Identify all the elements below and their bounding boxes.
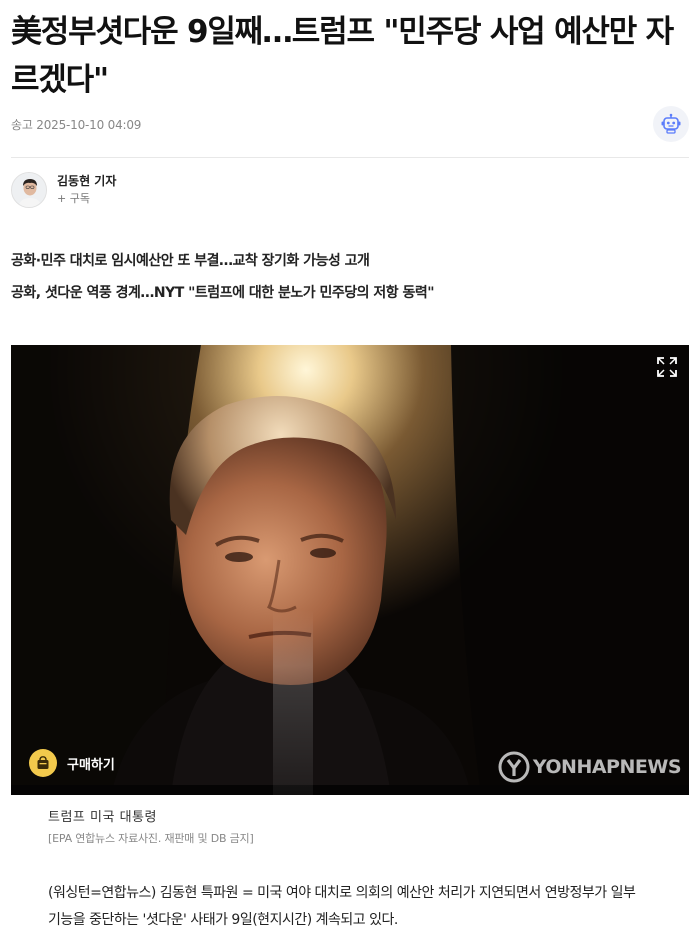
reporter-info: 김동현 기자 + 구독 bbox=[11, 172, 116, 208]
shopping-bag-icon bbox=[29, 749, 57, 777]
article-photo[interactable]: 구매하기 YONHAPNEWS bbox=[11, 345, 689, 795]
article-summary: 공화·민주 대치로 임시예산안 또 부결…교착 장기화 가능성 고개 공화, 셧… bbox=[11, 245, 691, 309]
reporter-name[interactable]: 김동현 기자 bbox=[57, 172, 116, 190]
photo-caption: 트럼프 미국 대통령 bbox=[48, 810, 157, 825]
summary-line: 공화, 셧다운 역풍 경계…NYT "트럼프에 대한 분노가 민주당의 저항 동… bbox=[11, 285, 435, 301]
photo-credit: [EPA 연합뉴스 자료사진. 재판매 및 DB 금지] bbox=[48, 832, 254, 845]
reporter-avatar[interactable] bbox=[11, 172, 47, 208]
robot-icon bbox=[661, 113, 681, 134]
expand-button[interactable] bbox=[655, 355, 679, 379]
expand-icon bbox=[657, 357, 677, 377]
publish-timestamp: 송고 2025-10-10 04:09 bbox=[11, 117, 142, 132]
article-body-paragraph: (워싱턴=연합뉴스) 김동현 특파원 = 미국 여야 대치로 의회의 예산안 처… bbox=[48, 885, 636, 928]
article-meta: 송고 2025-10-10 04:09 bbox=[11, 104, 689, 144]
summary-line: 공화·민주 대치로 임시예산안 또 부결…교착 장기화 가능성 고개 bbox=[11, 253, 370, 269]
article-headline: 美정부셧다운 9일째…트럼프 "민주당 사업 예산만 자르겠다" bbox=[11, 14, 674, 98]
yonhap-watermark: YONHAPNEWS bbox=[497, 750, 682, 784]
photo-image bbox=[11, 345, 689, 795]
yonhap-logo-icon bbox=[498, 751, 530, 783]
buy-photo-button[interactable]: 구매하기 bbox=[29, 749, 115, 777]
buy-label: 구매하기 bbox=[67, 757, 115, 773]
watermark-text: YONHAPNEWS bbox=[532, 756, 682, 778]
subscribe-button[interactable]: + 구독 bbox=[57, 190, 116, 208]
header-divider bbox=[11, 157, 689, 158]
ai-summary-button[interactable] bbox=[653, 106, 689, 142]
